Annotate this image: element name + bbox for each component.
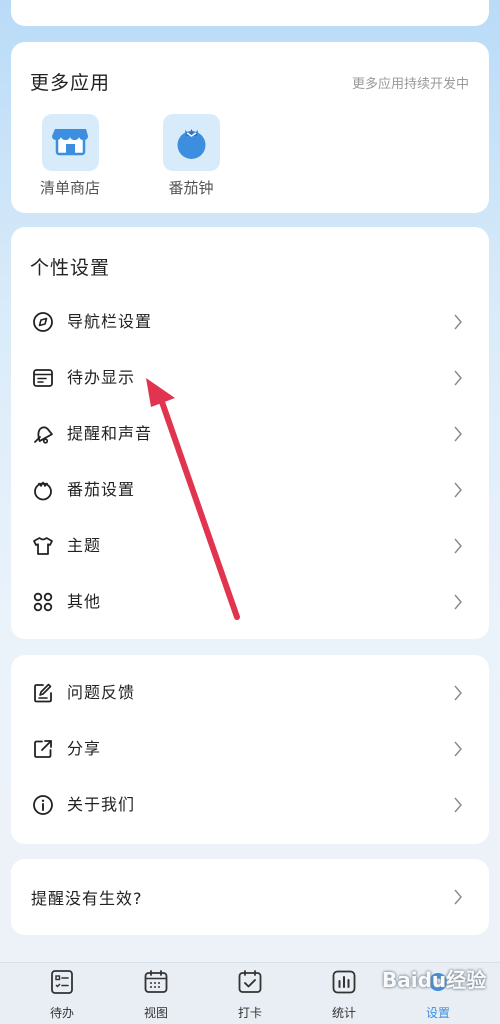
chevron-right-icon [454, 426, 462, 442]
calendar-view-icon [144, 970, 168, 993]
tab-label: 待办 [49, 1006, 74, 1020]
info-icon [33, 795, 53, 815]
settings-row-label: 番茄设置 [67, 480, 136, 499]
todo-list-icon [51, 970, 73, 994]
app-store-tile[interactable]: 清单商店 [30, 114, 110, 198]
store-icon [41, 114, 99, 171]
tshirt-icon [33, 537, 53, 555]
settings-row-label: 主题 [67, 536, 102, 555]
chevron-right-icon [454, 370, 462, 386]
tab-statistics[interactable]: 统计 [314, 969, 374, 1021]
chevron-right-icon [454, 741, 462, 757]
chevron-right-icon [454, 594, 462, 610]
tab-label: 设置 [425, 1006, 450, 1020]
tab-view[interactable]: 视图 [126, 969, 186, 1021]
personal-settings-title: 个性设置 [30, 257, 111, 279]
personal-settings-card: 个性设置 导航栏设置 待办显示 提醒和声音 番茄设置 主题 其他 [11, 227, 489, 639]
settings-row-label: 待办显示 [67, 368, 136, 387]
chevron-right-icon [454, 482, 462, 498]
more-apps-title: 更多应用 [30, 72, 111, 94]
tomato-clock-label: 番茄钟 [168, 179, 214, 197]
settings-row-label: 其他 [67, 592, 102, 611]
chevron-right-icon [454, 538, 462, 554]
support-row-label: 问题反馈 [67, 683, 136, 702]
chevron-right-icon [454, 889, 462, 905]
app-store-label: 清单商店 [39, 179, 100, 197]
chevron-right-icon [454, 314, 462, 330]
tab-checkin[interactable]: 打卡 [220, 969, 280, 1021]
reminder-help-label: 提醒没有生效? [31, 889, 143, 908]
tab-label: 视图 [143, 1006, 168, 1020]
support-row-label: 分享 [67, 739, 102, 758]
support-card: 问题反馈 分享 关于我们 [11, 655, 489, 844]
more-apps-note: 更多应用持续开发中 [351, 77, 469, 92]
bell-icon [34, 426, 53, 444]
settings-row-reminders-sound[interactable]: 提醒和声音 [11, 410, 489, 458]
settings-row-navigation[interactable]: 导航栏设置 [11, 298, 489, 346]
tab-todo[interactable]: 待办 [32, 969, 92, 1021]
checkin-icon [238, 970, 262, 993]
tomato-clock-tile[interactable]: 番茄钟 [151, 114, 231, 198]
settings-row-label: 导航栏设置 [67, 312, 153, 331]
support-row-feedback[interactable]: 问题反馈 [11, 669, 489, 717]
statistics-icon [332, 970, 356, 994]
navigation-compass-icon [33, 312, 53, 332]
tab-label: 统计 [331, 1006, 356, 1020]
settings-row-tomato[interactable]: 番茄设置 [11, 466, 489, 514]
feedback-icon [34, 683, 52, 703]
support-row-label: 关于我们 [67, 795, 136, 814]
tomato-clock-icon [162, 114, 220, 171]
top-card-partial [11, 0, 489, 26]
apps-grid-icon [33, 592, 53, 612]
settings-row-theme[interactable]: 主题 [11, 522, 489, 570]
support-row-about[interactable]: 关于我们 [11, 781, 489, 829]
tomato-icon [34, 481, 52, 501]
tab-label: 打卡 [237, 1006, 262, 1020]
settings-row-label: 提醒和声音 [67, 424, 153, 443]
settings-row-other[interactable]: 其他 [11, 578, 489, 626]
todo-display-icon [33, 369, 53, 387]
support-row-share[interactable]: 分享 [11, 725, 489, 773]
chevron-right-icon [454, 685, 462, 701]
baidu-watermark: Baidu经验 [382, 968, 487, 992]
share-icon [34, 740, 52, 758]
more-apps-card: 更多应用 更多应用持续开发中 清单商店 番茄钟 [11, 42, 489, 213]
settings-row-todo-display[interactable]: 待办显示 [11, 354, 489, 402]
chevron-right-icon [454, 797, 462, 813]
reminder-help-card[interactable]: 提醒没有生效? [11, 859, 489, 935]
